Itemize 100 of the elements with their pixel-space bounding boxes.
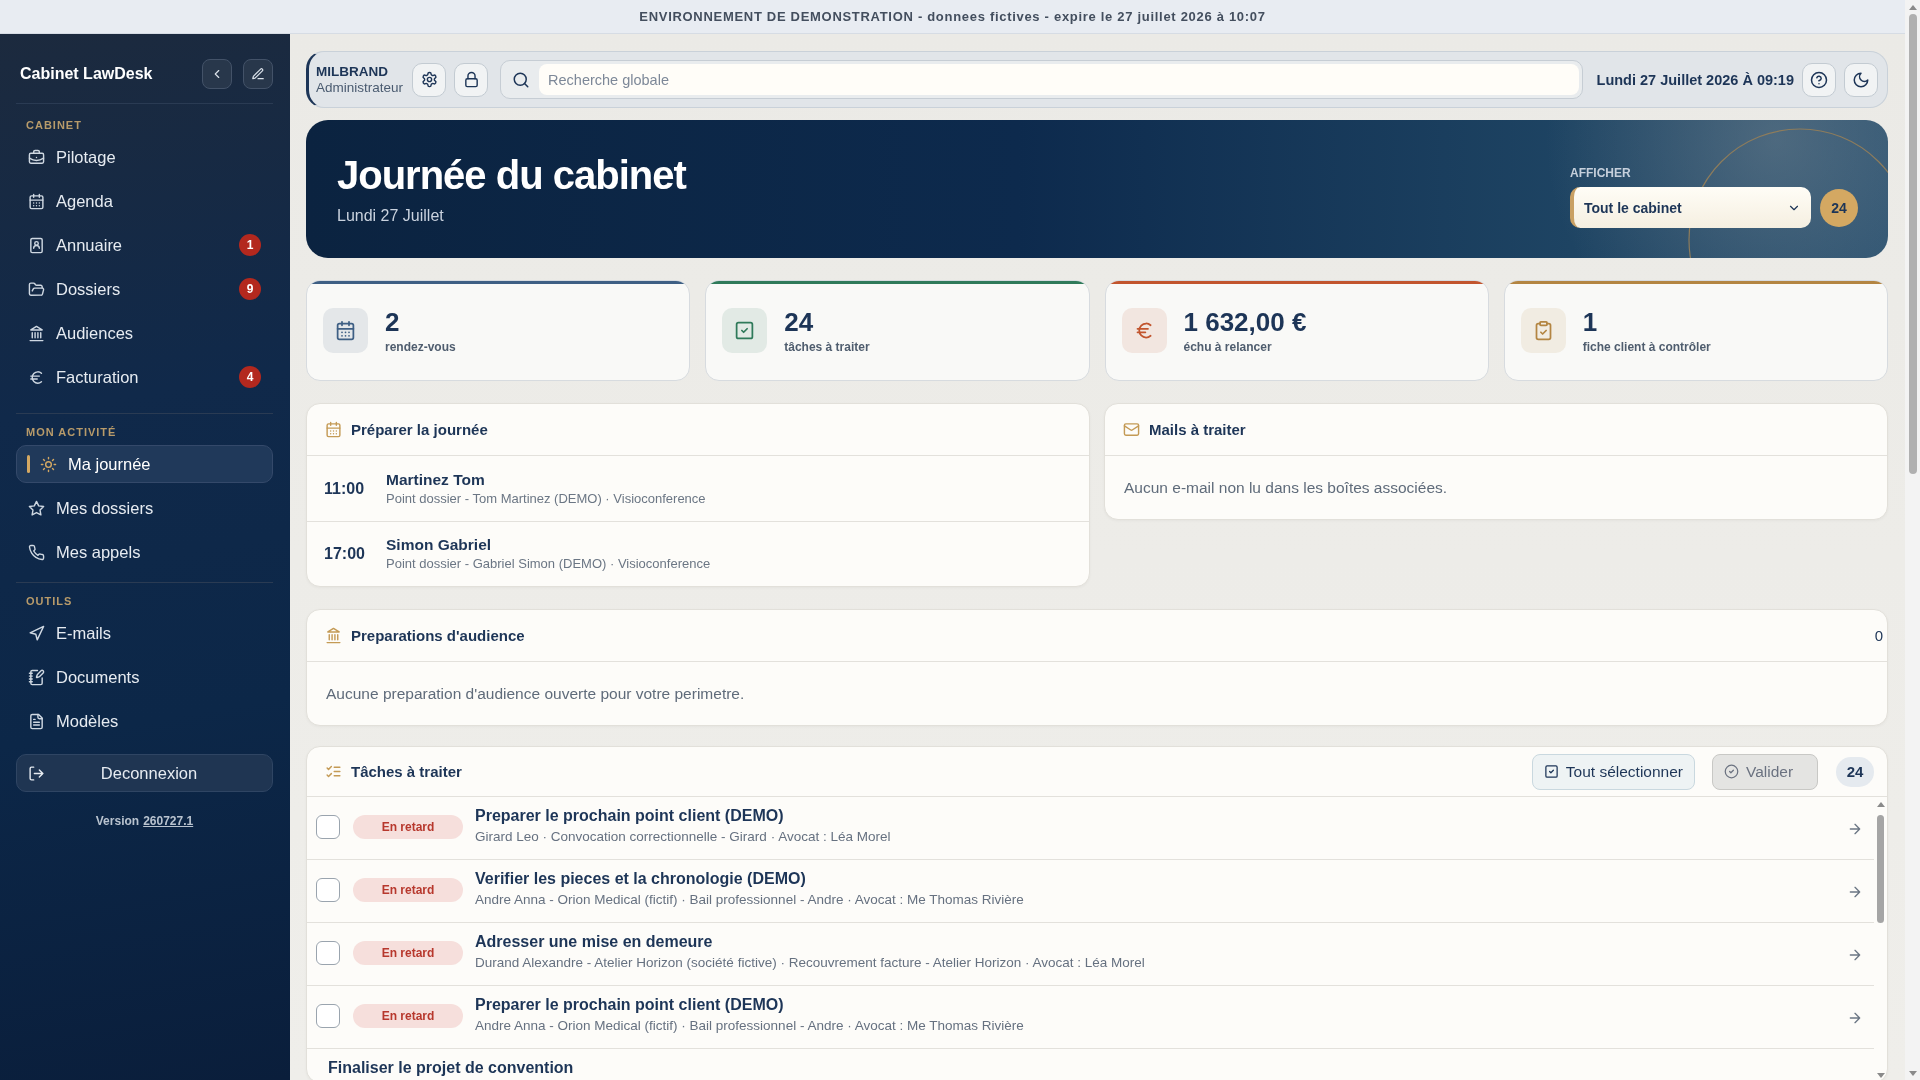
select-all-button[interactable]: Tout sélectionner [1531, 753, 1695, 790]
edit-button[interactable] [243, 59, 273, 89]
task-title: Adresser une mise en demeure [475, 933, 714, 951]
nav-item[interactable]: Documents [16, 658, 273, 696]
clipboard-check-icon [1520, 308, 1566, 353]
stat-value: 1 [1582, 307, 1599, 337]
task-title: Preparer le prochain point client (DEMO) [475, 996, 785, 1014]
task-details: Andre Anna - Orion Medical (fictif) · Bail professionnel - Andre · Avocat : Me Thomas Rivière [475, 1018, 1025, 1034]
contact-card-icon [28, 236, 45, 254]
checkbox[interactable] [316, 1004, 340, 1028]
nav-item[interactable]: Ma journée [16, 445, 273, 483]
settings-icon [420, 71, 438, 88]
nav-item[interactable]: Mes dossiers [16, 489, 273, 527]
nav-item[interactable]: Mes appels [16, 533, 273, 571]
date-time: Lundi 27 Juillet 2026 À 09:19 [1596, 71, 1794, 88]
arrow-right-icon[interactable] [1847, 1010, 1863, 1026]
scrollbar[interactable] [1905, 0, 1920, 1080]
checklist-icon [325, 763, 342, 780]
panel-title: Preparations d'audience [351, 627, 525, 644]
count-badge: 9 [239, 278, 261, 300]
count-text: 0 [1874, 627, 1883, 644]
logout-icon [28, 764, 45, 782]
nav-item[interactable]: E-mails [16, 614, 273, 652]
circle-check-icon [1724, 764, 1739, 779]
panel-title: Tâches à traiter [351, 763, 463, 780]
briefcase-icon [28, 148, 45, 166]
event-details: Point dossier - Gabriel Simon (DEMO) · Visioconference [386, 556, 711, 572]
count-badge: 4 [239, 366, 261, 388]
paper-plane-icon [28, 624, 45, 642]
empty-message: Aucune preparation d'audience ouverte pour votre perimetre. [326, 684, 745, 703]
euro-icon [1121, 308, 1167, 353]
count-badge: 1 [239, 234, 261, 256]
nav-item[interactable]: Modèles [16, 702, 273, 740]
section-label: MON ACTIVITÉ [25, 425, 118, 439]
columned-building-icon [28, 324, 45, 342]
search-icon [512, 70, 531, 89]
settings-button[interactable] [412, 62, 447, 97]
event-name: Martinez Tom [386, 470, 486, 489]
nav-item[interactable]: Facturation 4 [16, 358, 273, 396]
page-title: Journée du cabinet [337, 152, 688, 198]
nav-item[interactable]: Pilotage [16, 138, 273, 176]
phone-icon [28, 543, 45, 561]
version-label: Version [95, 814, 140, 828]
task-details: Girard Leo · Convocation correctionnelle - Girard · Avocat : Léa Morel [475, 829, 892, 845]
euro-icon [28, 368, 45, 386]
notebook-pen-icon [28, 668, 45, 686]
user-role: Administrateur [316, 79, 404, 96]
collapse-button[interactable] [202, 59, 232, 89]
calendar-icon [323, 308, 368, 353]
mail-icon [1123, 421, 1140, 438]
count-badge: 24 [1836, 756, 1874, 787]
banner-text: ENVIRONNEMENT DE DEMONSTRATION - donnees fictives - expire le 27 juillet 2026 à 10:07 [639, 9, 1266, 24]
stat-value: 24 [784, 307, 815, 337]
checkbox[interactable] [316, 878, 340, 902]
square-check-icon [722, 308, 768, 353]
lock-icon [462, 71, 480, 88]
sun-icon [40, 455, 57, 473]
lock-button[interactable] [454, 62, 489, 97]
moon-icon [1852, 70, 1870, 89]
nav-item[interactable]: Audiences [16, 314, 273, 352]
nav-item[interactable]: Dossiers 9 [16, 270, 273, 308]
task-title: Preparer le prochain point client (DEMO) [475, 807, 785, 825]
task-title: Finaliser le projet de convention [328, 1059, 575, 1077]
folder-icon [28, 280, 45, 298]
arrow-right-icon[interactable] [1847, 884, 1863, 900]
status-badge: En retard [353, 941, 463, 965]
nav-item[interactable]: Annuaire 1 [16, 226, 273, 264]
stat-label: fiche client à contrôler [1582, 340, 1711, 354]
filter-dropdown[interactable]: Tout le cabinet [1570, 187, 1811, 228]
count-badge: 24 [1820, 188, 1858, 227]
status-badge: En retard [353, 878, 463, 902]
nav-item[interactable]: Agenda [16, 182, 273, 220]
logout-button[interactable]: Deconnexion [16, 754, 273, 792]
pencil-icon [251, 67, 265, 81]
columned-building-icon [325, 627, 342, 644]
theme-button[interactable] [1844, 62, 1878, 97]
help-button[interactable] [1802, 62, 1836, 97]
stat-label: rendez-vous [385, 340, 456, 354]
version-link[interactable]: 260727.1 [143, 814, 194, 828]
event-time: 11:00 [324, 479, 366, 498]
event-name: Simon Gabriel [386, 536, 493, 554]
search-field[interactable]: Recherche globale [500, 60, 1583, 99]
checkbox[interactable] [316, 941, 340, 965]
panel-title: Préparer la journée [351, 421, 488, 438]
user-name: MILBRAND [316, 63, 389, 80]
checkbox[interactable] [316, 815, 340, 839]
panel-title: Mails à traiter [1149, 421, 1246, 438]
help-icon [1810, 70, 1828, 89]
page-subtitle: Lundi 27 Juillet [337, 206, 445, 226]
event-details: Point dossier - Tom Martinez (DEMO) · Visioconference [386, 490, 706, 507]
section-label: CABINET [25, 118, 83, 132]
calendar-icon [28, 192, 45, 210]
app-title: Cabinet LawDesk [20, 65, 154, 83]
stat-label: échu à relancer [1183, 340, 1273, 354]
arrow-right-icon[interactable] [1847, 821, 1863, 837]
arrow-right-icon[interactable] [1847, 947, 1863, 963]
document-icon [28, 712, 45, 730]
stat-value: 2 [385, 307, 401, 337]
status-badge: En retard [353, 1004, 463, 1028]
stat-value: 1 632,00 € [1183, 307, 1307, 337]
